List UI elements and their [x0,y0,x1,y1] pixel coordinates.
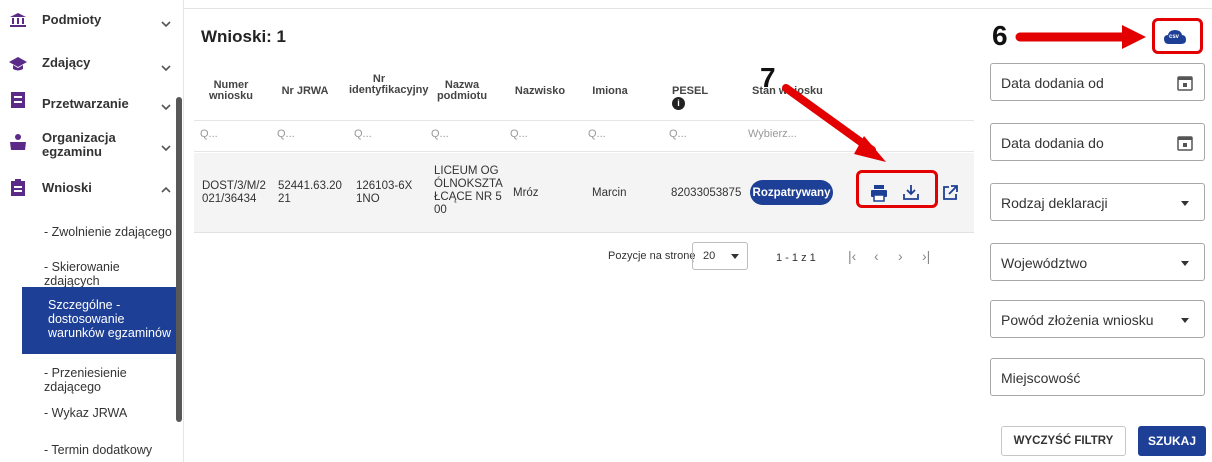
annotation-arrows [782,25,1146,162]
annotation-arrow-6 [1015,25,1146,49]
app-root: Podmioty Zdający Przetwarzanie Organizac… [0,0,1212,462]
annotation-arrow-7 [782,84,886,162]
